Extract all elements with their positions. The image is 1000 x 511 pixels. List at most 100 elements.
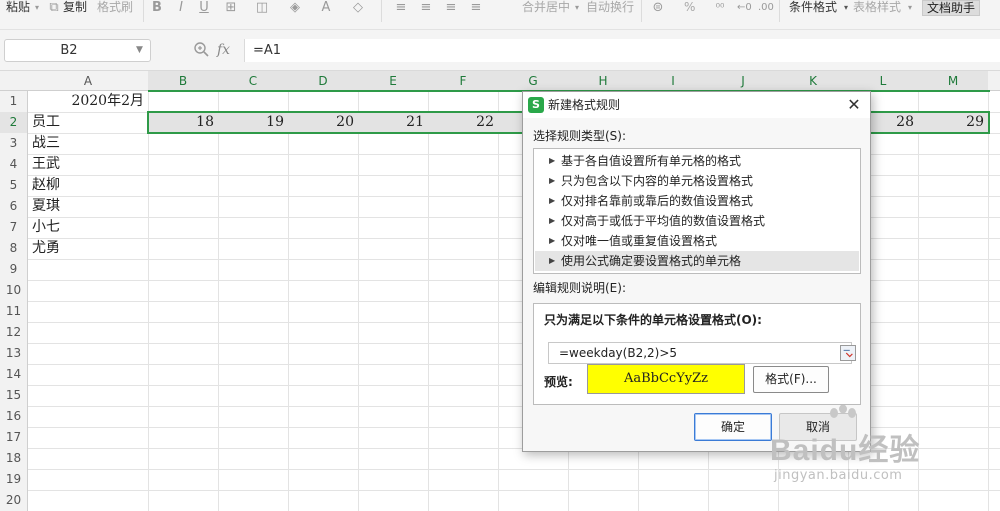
row-header[interactable]: 4 <box>0 154 28 175</box>
rule-type-item-selected[interactable]: ▶ 使用公式确定要设置格式的单元格 <box>535 251 859 271</box>
align-right-icon[interactable]: ≡ <box>444 0 458 15</box>
row-header[interactable]: 16 <box>0 406 28 427</box>
row-header[interactable]: 20 <box>0 490 28 511</box>
column-header-m[interactable]: M <box>918 71 988 91</box>
rule-type-list[interactable]: ▶ 基于各自值设置所有单元格的格式 ▶ 只为包含以下内容的单元格设置格式 ▶ 仅… <box>533 148 861 274</box>
thousands-icon[interactable]: ⁰⁰ <box>714 0 726 15</box>
clear-format-icon[interactable]: ◇ <box>349 0 367 15</box>
row-header[interactable]: 18 <box>0 448 28 469</box>
format-painter-button[interactable]: 格式刷 <box>97 0 133 15</box>
conditional-format-button[interactable]: 条件格式 <box>789 0 837 15</box>
cell-a4[interactable]: 王武 <box>32 154 60 175</box>
row-header[interactable]: 1 <box>0 91 28 112</box>
triangle-right-icon: ▶ <box>549 236 556 245</box>
row-header[interactable]: 5 <box>0 175 28 196</box>
format-button[interactable]: 格式(F)... <box>753 366 829 393</box>
row-header[interactable]: 19 <box>0 469 28 490</box>
ribbon-divider <box>381 0 382 22</box>
column-header-f[interactable]: F <box>428 71 498 91</box>
rule-type-item-label: 仅对高于或低于平均值的数值设置格式 <box>561 214 766 228</box>
dialog-titlebar[interactable]: S 新建格式规则 ✕ <box>523 92 870 118</box>
cell-a7[interactable]: 小七 <box>32 217 60 238</box>
formula-field[interactable]: =weekday(B2,2)>5 <box>548 342 852 364</box>
column-header-a[interactable]: A <box>28 71 148 91</box>
align-justify-icon[interactable]: ≡ <box>469 0 483 15</box>
merge-center-button[interactable]: 合并居中 <box>522 0 570 15</box>
column-header-row: A B C D E F G H I J K L M <box>0 71 1000 91</box>
cell-style-icon[interactable]: ◫ <box>253 0 271 15</box>
rule-type-item[interactable]: ▶ 仅对高于或低于平均值的数值设置格式 <box>535 211 859 231</box>
column-header-l[interactable]: L <box>848 71 918 91</box>
column-header-d[interactable]: D <box>288 71 358 91</box>
align-left-icon[interactable]: ≡ <box>394 0 408 15</box>
row-header[interactable]: 2 <box>0 112 28 133</box>
merge-dropdown-icon[interactable]: ▾ <box>573 0 581 15</box>
name-box[interactable]: B2 ▼ <box>4 39 151 62</box>
currency-icon[interactable]: ⊜ <box>650 0 666 15</box>
align-center-icon[interactable]: ≡ <box>419 0 433 15</box>
row-header[interactable]: 3 <box>0 133 28 154</box>
doc-assistant-button[interactable]: 文档助手 <box>922 0 980 16</box>
column-header-h[interactable]: H <box>568 71 638 91</box>
wrap-text-button[interactable]: 自动换行 <box>586 0 634 15</box>
border-icon[interactable]: ⊞ <box>222 0 240 15</box>
percent-button[interactable]: % <box>684 0 695 15</box>
rule-type-item[interactable]: ▶ 只为包含以下内容的单元格设置格式 <box>535 171 859 191</box>
rule-type-item[interactable]: ▶ 仅对唯一值或重复值设置格式 <box>535 231 859 251</box>
bold-icon[interactable]: B <box>150 0 164 15</box>
row-header[interactable]: 17 <box>0 427 28 448</box>
row-header[interactable]: 10 <box>0 280 28 301</box>
edit-rule-label: 编辑规则说明(E): <box>533 281 626 295</box>
paste-dropdown-icon[interactable]: ▾ <box>33 0 41 15</box>
ribbon-divider <box>779 0 780 22</box>
row-header[interactable]: 12 <box>0 322 28 343</box>
font-color-icon[interactable]: A <box>317 0 335 15</box>
rule-type-item-label: 仅对排名靠前或靠后的数值设置格式 <box>561 194 754 208</box>
underline-icon[interactable]: U <box>197 0 211 15</box>
column-header-b[interactable]: B <box>148 71 218 91</box>
column-header-i[interactable]: I <box>638 71 708 91</box>
fill-color-icon[interactable]: ◈ <box>286 0 304 15</box>
row-header[interactable]: 14 <box>0 364 28 385</box>
row-header[interactable]: 7 <box>0 217 28 238</box>
italic-icon[interactable]: I <box>174 0 188 15</box>
watermark-brand: Baidu经验 <box>770 434 921 467</box>
ribbon-divider <box>143 0 144 22</box>
row-header[interactable]: 6 <box>0 196 28 217</box>
table-style-dropdown-icon[interactable]: ▾ <box>906 0 914 15</box>
column-header-j[interactable]: J <box>708 71 778 91</box>
row-header[interactable]: 11 <box>0 301 28 322</box>
row-header[interactable]: 15 <box>0 385 28 406</box>
rule-type-item[interactable]: ▶ 基于各自值设置所有单元格的格式 <box>535 151 859 171</box>
table-style-button[interactable]: 表格样式 <box>853 0 901 15</box>
rule-type-item-label: 基于各自值设置所有单元格的格式 <box>561 154 742 168</box>
row-header[interactable]: 9 <box>0 259 28 280</box>
increase-decimal-icon[interactable]: ←0 <box>737 0 752 15</box>
range-select-icon[interactable] <box>840 345 856 361</box>
column-header-k[interactable]: K <box>778 71 848 91</box>
close-icon[interactable]: ✕ <box>845 92 863 118</box>
ribbon-divider <box>641 0 642 22</box>
formula-input[interactable]: =A1 <box>244 39 1000 62</box>
cell-a6[interactable]: 夏琪 <box>32 196 60 217</box>
paste-button[interactable]: 粘贴 <box>6 0 30 15</box>
formula-bar: B2 ▼ fx =A1 <box>0 30 1000 71</box>
ok-button[interactable]: 确定 <box>694 413 772 441</box>
cell-a8[interactable]: 尤勇 <box>32 238 60 259</box>
cell-a1[interactable]: 2020年2月 <box>28 91 148 112</box>
chevron-down-icon[interactable]: ▼ <box>136 44 146 56</box>
rule-type-item[interactable]: ▶ 仅对排名靠前或靠后的数值设置格式 <box>535 191 859 211</box>
copy-button[interactable]: 复制 <box>63 0 87 15</box>
column-header-e[interactable]: E <box>358 71 428 91</box>
conditional-dropdown-icon[interactable]: ▾ <box>842 0 850 15</box>
row-header[interactable]: 13 <box>0 343 28 364</box>
row-header[interactable]: 8 <box>0 238 28 259</box>
cell-a2[interactable]: 员工 <box>32 112 60 133</box>
column-header-g[interactable]: G <box>498 71 568 91</box>
column-header-c[interactable]: C <box>218 71 288 91</box>
decrease-decimal-icon[interactable]: .00 <box>758 0 774 15</box>
fx-icon[interactable]: fx <box>217 39 230 61</box>
cell-a5[interactable]: 赵柳 <box>32 175 60 196</box>
zoom-icon[interactable] <box>193 41 209 57</box>
cell-a3[interactable]: 战三 <box>32 133 60 154</box>
